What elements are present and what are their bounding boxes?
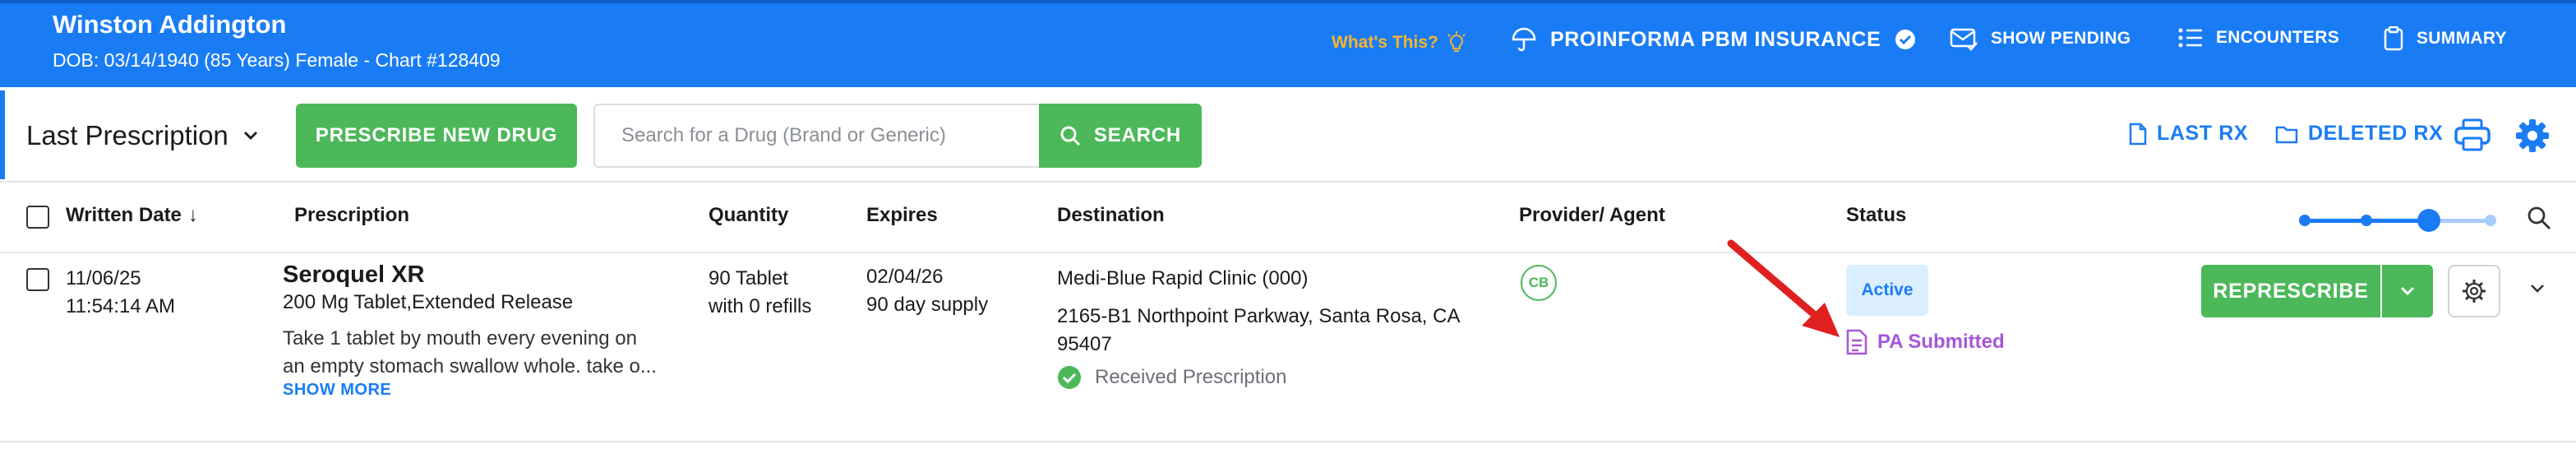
patient-name: Winston Addington — [53, 10, 287, 39]
prescribe-new-drug-button[interactable]: PRESCRIBE NEW DRUG — [296, 104, 577, 168]
folder-icon — [2275, 126, 2298, 143]
annotation-arrow — [1727, 239, 1840, 337]
document-icon — [1846, 329, 1867, 355]
document-icon — [2129, 123, 2147, 145]
written-time: 11:54:14 AM — [66, 295, 175, 317]
quantity-amount: 90 Tablet — [709, 267, 788, 289]
verified-check-icon — [1895, 30, 1916, 49]
written-date: 11/06/25 — [66, 267, 141, 289]
pa-status-label: PA Submitted — [1877, 331, 2005, 353]
gear-icon — [2516, 119, 2549, 152]
table-search-button[interactable] — [2527, 206, 2551, 234]
search-button[interactable]: SEARCH — [1039, 104, 1202, 168]
written-date-cell: 11/06/25 11:54:14 AM — [66, 265, 175, 321]
last-rx-label: LAST RX — [2157, 122, 2249, 145]
pharmacy-address-line2: 95407 — [1057, 333, 1112, 355]
expires-date: 02/04/26 — [866, 266, 944, 288]
list-icon — [2178, 28, 2202, 48]
quantity-refills: with 0 refills — [709, 295, 812, 317]
row-expand-toggle[interactable] — [2530, 283, 2545, 298]
encounters-label: ENCOUNTERS — [2216, 28, 2340, 47]
chevron-down-icon — [243, 132, 257, 140]
summary-label: SUMMARY — [2417, 29, 2507, 48]
expires-supply: 90 day supply — [866, 294, 989, 316]
column-written-date-label: Written Date — [66, 204, 182, 226]
show-pending-label: SHOW PENDING — [1991, 29, 2131, 48]
active-accent-bar — [0, 90, 5, 179]
deleted-rx-label: DELETED RX — [2308, 122, 2444, 145]
slider-handle[interactable] — [2417, 209, 2440, 232]
mail-check-icon — [1950, 28, 1978, 51]
drug-form: 200 Mg Tablet,Extended Release — [283, 291, 574, 313]
quantity-cell: 90 Tablet with 0 refills — [709, 265, 811, 321]
row-density-slider[interactable] — [2299, 209, 2496, 232]
column-destination: Destination — [1057, 204, 1165, 226]
represcribe-button[interactable]: REPRESCRIBE — [2201, 265, 2380, 317]
drug-search-input[interactable] — [593, 104, 1039, 168]
umbrella-icon — [1512, 27, 1536, 52]
column-expires: Expires — [866, 204, 938, 226]
pharmacy-address-line1: 2165-B1 Northpoint Parkway, Santa Rosa, … — [1057, 305, 1461, 327]
sort-arrow-icon: ↓ — [187, 204, 198, 226]
pharmacy-name: Medi-Blue Rapid Clinic (000) — [1057, 267, 1309, 289]
slider-stop[interactable] — [2361, 215, 2373, 226]
sig-line-2: an empty stomach swallow whole. take o..… — [283, 355, 657, 377]
summary-link[interactable]: SUMMARY — [2384, 26, 2507, 51]
transmission-status-label: Received Prescription — [1095, 366, 1287, 388]
destination-cell: Medi-Blue Rapid Clinic (000) 2165-B1 Nor… — [1057, 265, 1517, 391]
show-pending-link[interactable]: SHOW PENDING — [1950, 26, 2131, 51]
view-selector[interactable]: Last Prescription — [26, 120, 258, 151]
view-selector-label: Last Prescription — [26, 120, 229, 150]
prescription-cell: Seroquel XR 200 Mg Tablet,Extended Relea… — [283, 262, 694, 400]
clipboard-icon — [2384, 26, 2403, 51]
insurance-link[interactable]: PROINFORMA PBM INSURANCE — [1511, 26, 1917, 53]
gear-icon — [2463, 280, 2486, 303]
slider-stop[interactable] — [2299, 215, 2311, 226]
check-circle-icon — [1058, 366, 1081, 389]
column-provider: Provider/ Agent — [1519, 204, 1665, 226]
encounters-link[interactable]: ENCOUNTERS — [2178, 26, 2339, 49]
search-icon — [2528, 206, 2551, 229]
slider-stop[interactable] — [2485, 215, 2496, 226]
expires-cell: 02/04/26 90 day supply — [866, 263, 988, 319]
insurance-label: PROINFORMA PBM INSURANCE — [1550, 27, 1881, 51]
chevron-down-icon — [2531, 285, 2544, 293]
patient-details: DOB: 03/14/1940 (85 Years) Female - Char… — [53, 49, 501, 71]
column-written-date[interactable]: Written Date ↓ — [66, 204, 198, 227]
row-settings-button[interactable] — [2448, 265, 2500, 317]
deleted-rx-link[interactable]: DELETED RX — [2275, 122, 2443, 146]
column-quantity: Quantity — [709, 204, 789, 226]
whats-this-link[interactable]: What's This? — [1332, 31, 1466, 54]
print-button[interactable] — [2454, 118, 2491, 155]
chevron-down-icon — [2400, 286, 2415, 296]
show-more-link[interactable]: SHOW MORE — [283, 381, 694, 400]
last-rx-link[interactable]: LAST RX — [2129, 122, 2248, 146]
printer-icon — [2454, 118, 2491, 151]
search-icon — [1060, 126, 1080, 146]
sig-line-1: Take 1 tablet by mouth every evening on — [283, 327, 637, 349]
provider-avatar[interactable]: CB — [1521, 265, 1557, 301]
pa-status[interactable]: PA Submitted — [1846, 329, 2005, 355]
represcribe-options-button[interactable] — [2382, 265, 2433, 317]
drug-name: Seroquel XR — [283, 262, 425, 288]
row-checkbox[interactable] — [26, 268, 49, 291]
settings-button[interactable] — [2515, 118, 2550, 157]
select-all-checkbox[interactable] — [26, 206, 49, 229]
lightbulb-icon — [1447, 31, 1466, 52]
transmission-status: Received Prescription — [1057, 363, 1517, 391]
column-status: Status — [1846, 204, 1907, 226]
whats-this-label: What's This? — [1332, 33, 1438, 52]
column-prescription: Prescription — [294, 204, 410, 226]
search-button-label: SEARCH — [1093, 124, 1182, 146]
status-badge: Active — [1846, 265, 1928, 316]
